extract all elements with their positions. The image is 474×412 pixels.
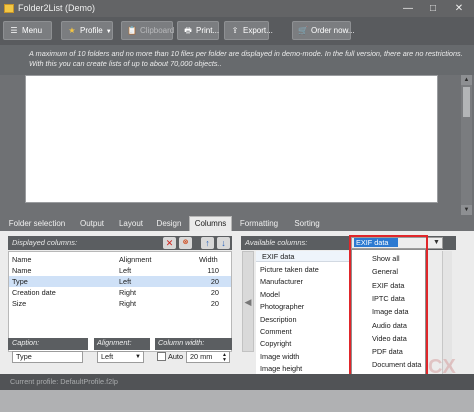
table-row[interactable]: Size Right 20 [9, 298, 231, 309]
maximize-button[interactable]: □ [421, 0, 445, 17]
table-row[interactable]: Creation date Right 20 [9, 287, 231, 298]
list-item[interactable]: Picture taken date [260, 264, 319, 276]
cart-icon: 🛒 [298, 26, 308, 35]
window-title: Folder2List (Demo) [18, 3, 96, 13]
scroll-up-icon[interactable]: ▲ [461, 75, 472, 85]
tab-layout[interactable]: Layout [114, 217, 148, 231]
folder-icon [4, 4, 14, 13]
cell-alignment: Left [119, 266, 132, 275]
print-button[interactable]: 🖶 Print... [177, 21, 219, 40]
cell-width: 110 [207, 266, 219, 275]
displayed-columns-table[interactable]: Name Alignment Width Name Left 110 Type Left… [8, 251, 232, 352]
chevron-down-icon: ▼ [135, 354, 141, 360]
notice-line-2: With this you can create lists of up to … [29, 59, 222, 68]
list-item[interactable]: Manufacturer [260, 276, 303, 288]
list-item[interactable]: Comment [260, 326, 292, 338]
tab-columns[interactable]: Columns [189, 216, 232, 231]
cell-width: 20 [210, 288, 219, 297]
table-header: Name Alignment Width [12, 255, 218, 264]
cell-width: 20 [210, 299, 219, 308]
minimize-button[interactable]: — [396, 0, 420, 17]
hamburger-icon: ☰ [10, 26, 18, 35]
clipboard-icon: 📋 [127, 26, 137, 35]
list-preview[interactable] [25, 75, 438, 203]
tab-output[interactable]: Output [74, 217, 110, 231]
spin-down-icon[interactable]: ▼ [222, 358, 227, 363]
arrow-up-icon[interactable]: ↑ [201, 237, 214, 249]
auto-label: Auto [168, 352, 184, 361]
watermark-logo: CX [428, 356, 456, 378]
profile-button[interactable]: ★ Profile ▼ [61, 21, 113, 40]
table-row[interactable]: Name Left 110 [9, 265, 231, 276]
toolbar: ☰ Menu ★ Profile ▼ 📋 Clipboard 🖶 Print... ⇪ Ex… [0, 17, 474, 45]
export-icon: ⇪ [231, 26, 239, 35]
title-bar: Folder2List (Demo) — □ ✕ [0, 0, 474, 17]
cell-width: 20 [210, 277, 219, 286]
width-label-bar: Column width: [155, 338, 232, 350]
move-left-icon[interactable]: ◀ [242, 251, 254, 352]
scroll-thumb[interactable] [463, 87, 470, 117]
cell-alignment: Right [119, 299, 137, 308]
list-item[interactable]: Image height [260, 363, 302, 374]
caption-label-bar: Caption: [8, 338, 88, 350]
list-item[interactable]: Image width [260, 351, 299, 363]
printer-icon: 🖶 [184, 26, 192, 35]
current-profile: Current profile: DefaultProfile.f2lp [10, 377, 118, 386]
cell-name: Name [12, 266, 32, 275]
column-width-input[interactable]: 20 mm ▲ ▼ [186, 351, 230, 363]
star-icon: ★ [68, 26, 76, 35]
menu-button[interactable]: ☰ Menu [3, 21, 52, 40]
chevron-down-icon[interactable]: ▼ [430, 237, 443, 249]
tab-sorting[interactable]: Sorting [288, 217, 326, 231]
remove-column-icon[interactable]: ✕ [163, 237, 176, 249]
list-item[interactable]: Photographer [260, 301, 304, 313]
list-item[interactable]: Description [260, 314, 297, 326]
cell-name: Size [12, 299, 27, 308]
notice-line-1: A maximum of 10 folders and no more than… [29, 49, 463, 58]
arrow-down-icon[interactable]: ↓ [217, 237, 230, 249]
alignment-select[interactable]: Left ▼ [97, 351, 144, 363]
displayed-columns-header: Displayed columns: [8, 236, 232, 250]
tab-folder-selection[interactable]: Folder selection [6, 217, 68, 231]
status-bar: Current profile: DefaultProfile.f2lp [0, 374, 474, 390]
cell-alignment: Right [119, 288, 137, 297]
order-button[interactable]: 🛒 Order now... [292, 21, 355, 40]
cell-alignment: Left [119, 277, 132, 286]
available-columns-list[interactable]: EXIF data Picture taken date Manufacturer… [256, 251, 352, 374]
list-item[interactable]: Model [260, 289, 280, 301]
scroll-down-icon[interactable]: ▼ [461, 205, 472, 215]
table-row[interactable]: Type Left 20 [9, 276, 231, 287]
chevron-down-icon: ▼ [105, 29, 112, 35]
tab-bar: Folder selection Output Layout Design Co… [0, 215, 474, 231]
list-item[interactable]: Copyright [260, 338, 291, 350]
group-heading: EXIF data [256, 251, 352, 262]
demo-notice: A maximum of 10 folders and no more than… [0, 45, 474, 75]
cell-name: Type [12, 277, 28, 286]
delete-all-icon[interactable]: ⊗ [179, 237, 192, 249]
bottom-strip [0, 390, 474, 412]
caption-input[interactable]: Type [12, 351, 83, 363]
close-button[interactable]: ✕ [447, 0, 471, 17]
export-button[interactable]: ⇪ Export... [224, 21, 273, 40]
tab-formatting[interactable]: Formatting [236, 217, 282, 231]
clipboard-button[interactable]: 📋 Clipboard [121, 21, 174, 40]
tab-design[interactable]: Design [152, 217, 186, 231]
cell-name: Creation date [12, 288, 56, 297]
auto-checkbox[interactable] [157, 352, 166, 361]
alignment-label-bar: Alignment: [94, 338, 150, 350]
preview-scrollbar[interactable]: ▲ ▼ [461, 75, 472, 215]
